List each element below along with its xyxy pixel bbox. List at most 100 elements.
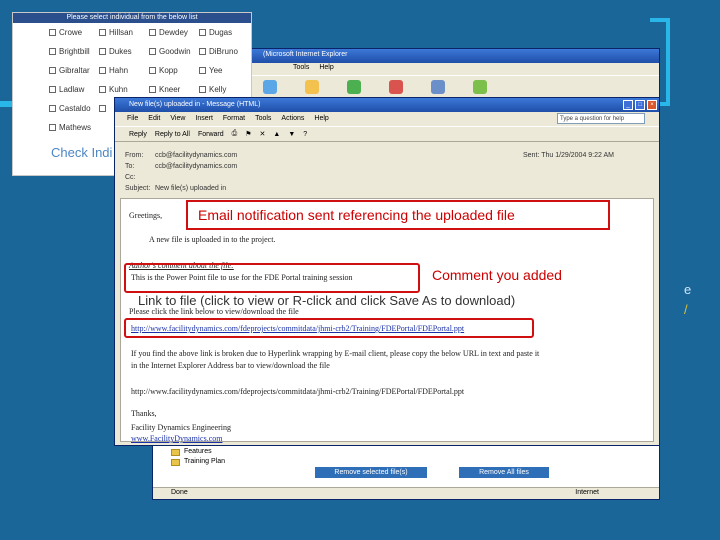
individual-checkbox[interactable]: Kelly [199, 84, 249, 94]
favorites-icon[interactable] [263, 80, 277, 94]
signature-text: Facility Dynamics Engineering [131, 423, 231, 432]
next-icon[interactable]: ▼ [288, 131, 295, 138]
individual-checkbox[interactable]: Kuhn [99, 84, 149, 94]
print-icon[interactable] [431, 80, 445, 94]
header-subject: Subject: New file(s) uploaded in [125, 185, 227, 192]
comment-highlight-box [124, 263, 420, 293]
checkbox-icon[interactable] [49, 85, 56, 93]
maximize-icon[interactable]: □ [635, 100, 645, 110]
status-text: Done [171, 489, 188, 496]
checkbox-icon[interactable] [149, 85, 156, 93]
minimize-icon[interactable]: _ [623, 100, 633, 110]
status-zone: Internet [575, 489, 599, 496]
broken-link-note-1: If you find the above link is broken due… [131, 349, 540, 358]
reply-all-button[interactable]: Reply to All [155, 131, 190, 138]
header-cc: Cc: [125, 174, 136, 181]
individual-checkbox[interactable]: Castaldo [49, 103, 99, 113]
individual-checkbox[interactable]: DiBruno [199, 46, 249, 56]
print-icon[interactable]: ⎙ [232, 130, 238, 138]
tree-item-training-plan[interactable]: Training Plan [171, 457, 225, 467]
help-icon[interactable]: ? [303, 131, 307, 138]
ie-status-bar: Done Internet [153, 487, 659, 499]
folder-tree: Features Training Plan [171, 447, 225, 467]
message-toolbar: Reply Reply to All Forward ⎙ ⚑ ✕ ▲ ▼ ? [115, 126, 659, 142]
checkbox-icon[interactable] [199, 47, 206, 55]
edge-glyph-1: e [684, 282, 692, 297]
message-title: New file(s) uploaded in - Message (HTML) [129, 101, 261, 108]
checkbox-icon[interactable] [49, 47, 56, 55]
checkbox-icon[interactable] [49, 104, 56, 112]
menu-insert[interactable]: Insert [195, 115, 213, 126]
individual-checkbox[interactable]: Dukes [99, 46, 149, 56]
individual-checkbox[interactable]: Dewdey [149, 27, 199, 37]
star-icon[interactable] [305, 80, 319, 94]
checkbox-icon[interactable] [99, 85, 106, 93]
checkbox-icon[interactable] [99, 47, 106, 55]
thanks-text: Thanks, [131, 409, 157, 418]
individual-checkbox[interactable]: Goodwin [149, 46, 199, 56]
forward-button[interactable]: Forward [198, 131, 224, 138]
signature-link[interactable]: www.FacilityDynamics.com [131, 434, 222, 443]
intro-text: A new file is uploaded in to the project… [149, 235, 276, 244]
individual-checkbox[interactable]: Kneer [149, 84, 199, 94]
messenger-icon[interactable] [473, 80, 487, 94]
individual-checkbox[interactable]: Mathews [49, 122, 99, 132]
menu-edit[interactable]: Edit [148, 115, 160, 126]
reply-button[interactable]: Reply [129, 131, 147, 138]
check-individuals-label: Check Indi [51, 145, 113, 160]
individual-checkbox[interactable]: Hahn [99, 65, 149, 75]
remove-selected-files-button[interactable]: Remove selected file(s) [315, 467, 427, 478]
menu-help[interactable]: Help [314, 115, 328, 126]
remove-all-files-button[interactable]: Remove All files [459, 467, 549, 478]
comment-annotation: Comment you added [432, 267, 562, 283]
tree-item-features[interactable]: Features [171, 447, 225, 457]
link-instruction: Please click the link below to view/down… [129, 307, 299, 316]
checkbox-icon[interactable] [99, 104, 106, 112]
header-from: From: ccb@facilitydynamics.com Sent: Thu 1… [125, 152, 614, 159]
menu-tools[interactable]: Tools [255, 115, 271, 126]
individual-checkbox[interactable]: Kopp [149, 65, 199, 75]
greeting-text: Greetings, [129, 211, 163, 220]
menu-format[interactable]: Format [223, 115, 245, 126]
slide-accent-bar [0, 101, 12, 107]
ask-question-input[interactable]: Type a question for help [557, 113, 645, 124]
ie-menu-help[interactable]: Help [319, 64, 333, 75]
email-notification-annotation: Email notification sent referencing the … [198, 207, 515, 223]
individual-checkbox[interactable]: Dugas [199, 27, 249, 37]
previous-icon[interactable]: ▲ [273, 131, 280, 138]
delete-icon[interactable]: ✕ [260, 130, 266, 138]
individual-checkbox[interactable]: Brightbill [49, 46, 99, 56]
checkbox-icon[interactable] [149, 66, 156, 74]
close-icon[interactable]: × [647, 100, 657, 110]
checkbox-icon[interactable] [99, 28, 106, 36]
checkbox-icon[interactable] [99, 66, 106, 74]
broken-link-note-2: in the Internet Explorer Address bar to … [131, 361, 330, 370]
checkbox-icon[interactable] [49, 28, 56, 36]
individual-checkbox[interactable]: Ladlaw [49, 84, 99, 94]
checkbox-icon[interactable] [199, 85, 206, 93]
checkbox-icon[interactable] [149, 28, 156, 36]
refresh-icon[interactable] [347, 80, 361, 94]
window-controls: _ □ × [621, 98, 659, 112]
menu-actions[interactable]: Actions [281, 115, 304, 126]
individual-checkbox[interactable]: Hillsan [99, 27, 149, 37]
link-annotation: Link to file (click to view or R-click a… [138, 293, 516, 308]
header-to: To: ccb@facilitydynamics.com [125, 163, 238, 170]
checkbox-icon[interactable] [149, 47, 156, 55]
checkbox-icon[interactable] [199, 28, 206, 36]
individual-checkbox[interactable]: Yee [199, 65, 249, 75]
folder-icon [171, 458, 180, 466]
checkbox-icon[interactable] [199, 66, 206, 74]
individual-checkbox[interactable]: Crowe [49, 27, 99, 37]
ie-menu-tools[interactable]: Tools [293, 64, 309, 75]
checkbox-icon[interactable] [49, 66, 56, 74]
flag-icon[interactable]: ⚑ [245, 130, 251, 138]
link-highlight-box [124, 318, 534, 338]
menu-view[interactable]: View [170, 115, 185, 126]
edge-glyph-2: / [684, 302, 688, 317]
individual-checkbox[interactable]: Gibraltar [49, 65, 99, 75]
stop-icon[interactable] [389, 80, 403, 94]
checkbox-icon[interactable] [49, 123, 56, 131]
menu-file[interactable]: File [127, 115, 138, 126]
folder-icon [171, 448, 180, 456]
